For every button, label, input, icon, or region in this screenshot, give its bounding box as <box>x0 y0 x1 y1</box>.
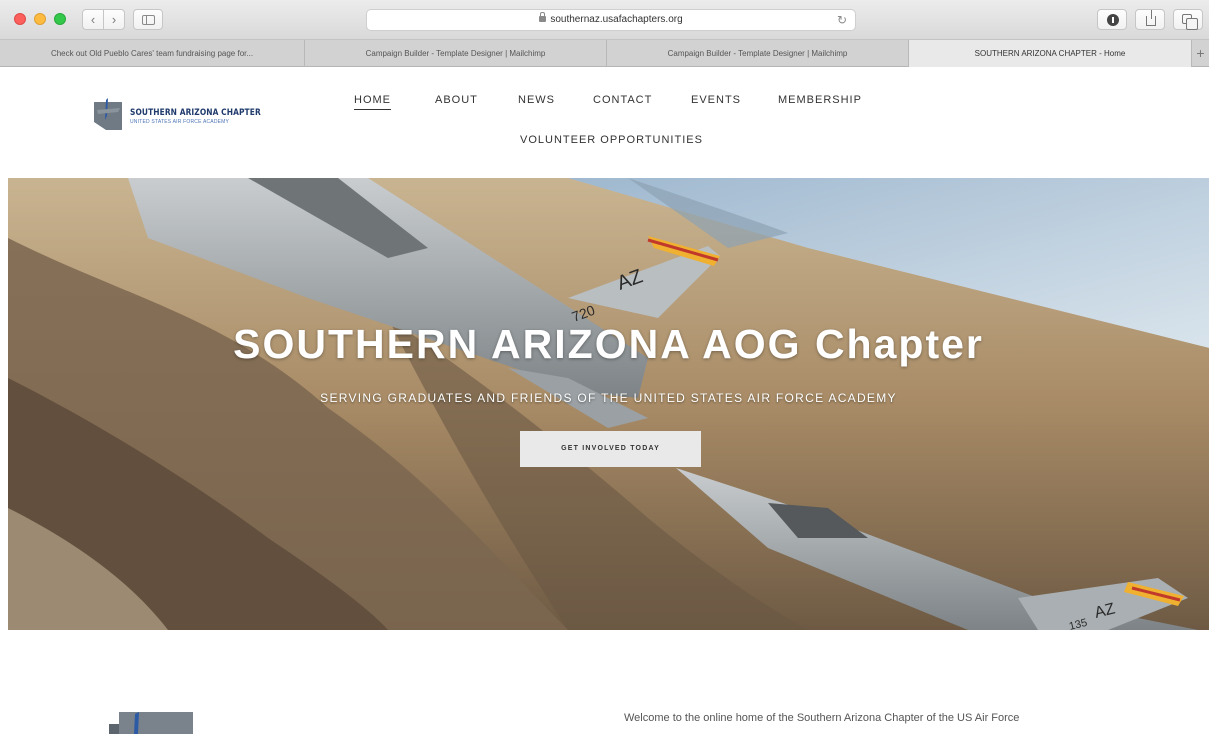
share-icon <box>1146 10 1156 26</box>
back-button[interactable]: ‹ <box>82 9 104 30</box>
reload-icon[interactable]: ↻ <box>837 10 847 30</box>
content-logo <box>105 712 193 734</box>
chevron-left-icon: ‹ <box>90 12 96 27</box>
hero-title: SOUTHERN ARIZONA AOG Chapter <box>233 321 984 367</box>
nav-news[interactable]: NEWS <box>518 94 555 106</box>
download-icon <box>1107 14 1119 26</box>
browser-tab[interactable]: Check out Old Pueblo Cares' team fundrai… <box>0 40 305 67</box>
browser-tab[interactable]: Campaign Builder - Template Designer | M… <box>607 40 909 67</box>
minimize-window-button[interactable] <box>34 13 46 25</box>
chevron-right-icon: › <box>111 12 117 27</box>
browser-tab-active[interactable]: SOUTHERN ARIZONA CHAPTER - Home <box>909 40 1192 67</box>
get-involved-button[interactable]: GET INVOLVED TODAY <box>520 431 701 467</box>
nav-volunteer-opportunities[interactable]: VOLUNTEER OPPORTUNITIES <box>520 134 703 146</box>
forward-button[interactable]: › <box>103 9 125 30</box>
browser-toolbar: ‹ › southernaz.usafachapters.org ↻ <box>0 0 1209 40</box>
tab-overview-button[interactable] <box>1173 9 1203 30</box>
close-window-button[interactable] <box>14 13 26 25</box>
tabs-icon <box>1182 14 1198 30</box>
zoom-window-button[interactable] <box>54 13 66 25</box>
site-header: SOUTHERN ARIZONA CHAPTER UNITED STATES A… <box>8 68 1209 178</box>
logo-title: SOUTHERN ARIZONA CHAPTER <box>130 108 261 118</box>
nav-events[interactable]: EVENTS <box>691 94 741 106</box>
arizona-map-icon <box>109 712 193 734</box>
new-tab-button[interactable]: + <box>1192 40 1209 67</box>
sidebar-icon <box>142 15 155 25</box>
nav-contact[interactable]: CONTACT <box>593 94 652 106</box>
sidebar-toggle-button[interactable] <box>133 9 163 30</box>
arizona-map-icon <box>94 98 122 130</box>
site-logo[interactable]: SOUTHERN ARIZONA CHAPTER UNITED STATES A… <box>92 96 272 132</box>
hero-banner: AZ 720 AZ 135 SOUTHERN ARIZONA AOG Chapt… <box>8 178 1209 630</box>
browser-tab[interactable]: Campaign Builder - Template Designer | M… <box>305 40 607 67</box>
downloads-button[interactable] <box>1097 9 1127 30</box>
welcome-text: Welcome to the online home of the Southe… <box>624 712 1020 724</box>
nav-about[interactable]: ABOUT <box>435 94 478 106</box>
nav-home[interactable]: HOME <box>354 94 391 110</box>
share-button[interactable] <box>1135 9 1165 30</box>
tab-bar: Check out Old Pueblo Cares' team fundrai… <box>0 40 1209 67</box>
address-bar[interactable]: southernaz.usafachapters.org ↻ <box>366 9 856 31</box>
lock-icon <box>539 12 547 22</box>
hero-subtitle: SERVING GRADUATES AND FRIENDS OF THE UNI… <box>320 391 897 405</box>
logo-subtitle: UNITED STATES AIR FORCE ACADEMY <box>130 119 230 125</box>
url-text: southernaz.usafachapters.org <box>550 14 683 25</box>
nav-membership[interactable]: MEMBERSHIP <box>778 94 862 106</box>
